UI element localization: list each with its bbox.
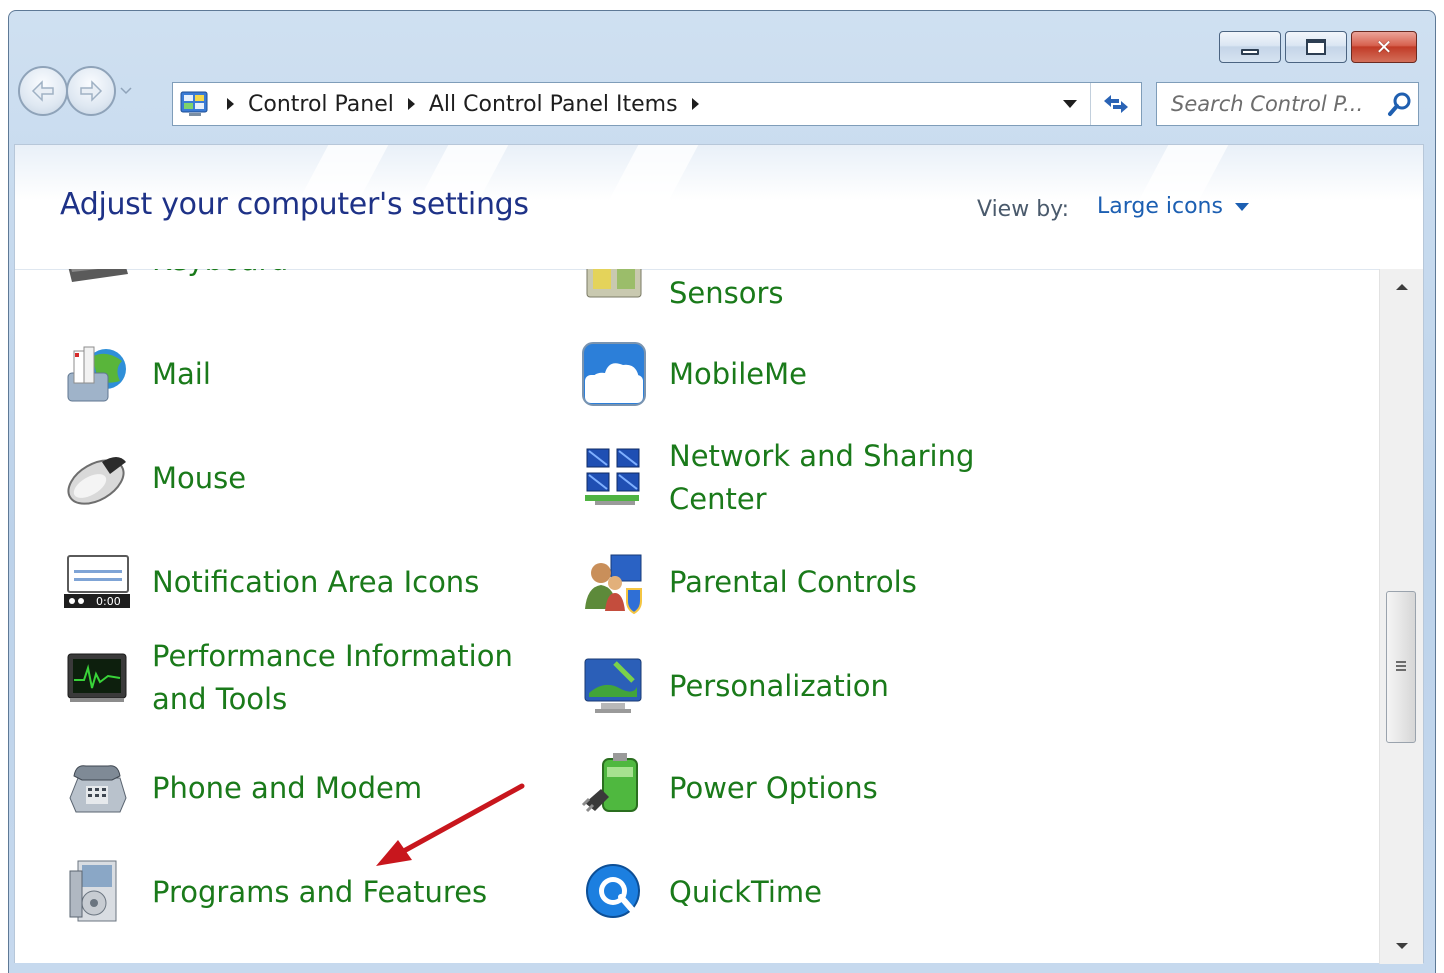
sensors-icon [577, 269, 651, 330]
address-history-dropdown[interactable] [1050, 83, 1090, 125]
page-title: Adjust your computer's settings [60, 187, 529, 222]
item-label: Phone and Modem [152, 770, 423, 805]
breadcrumb-control-panel[interactable]: Control Panel [248, 92, 394, 117]
item-performance-information[interactable]: Performance Information and Tools [60, 635, 530, 721]
parental-controls-icon [577, 545, 651, 619]
breadcrumb-separator[interactable] [227, 98, 234, 110]
forward-arrow-icon [80, 80, 103, 102]
caption-buttons: ✕ [1219, 31, 1417, 63]
refresh-button[interactable] [1090, 83, 1141, 125]
item-label: Performance Information and Tools [152, 639, 513, 716]
svg-text:0:00: 0:00 [96, 595, 121, 608]
mail-icon [60, 337, 134, 411]
item-personalization[interactable]: Personalization [577, 649, 1047, 723]
item-label: Keyboard [152, 269, 288, 282]
item-sensors[interactable]: Sensors [577, 269, 1047, 330]
mobileme-icon [577, 337, 651, 411]
recent-pages-dropdown[interactable] [118, 80, 134, 102]
breadcrumb-separator[interactable] [407, 98, 415, 110]
dropdown-arrow-icon [1063, 100, 1077, 108]
minimize-icon [1241, 49, 1259, 55]
quicktime-icon [577, 855, 651, 929]
item-label: Notification Area Icons [152, 564, 480, 599]
personalization-icon [577, 649, 651, 723]
refresh-icon [1104, 95, 1128, 113]
navigation-buttons [18, 66, 134, 116]
search-box[interactable] [1156, 82, 1419, 126]
keyboard-icon [60, 269, 134, 297]
minimize-button[interactable] [1219, 31, 1281, 63]
item-label: MobileMe [669, 356, 807, 391]
power-icon [577, 751, 651, 825]
item-mobileme[interactable]: MobileMe [577, 337, 1047, 411]
item-label: Parental Controls [669, 564, 917, 599]
item-label: Programs and Features [152, 874, 488, 909]
item-parental-controls[interactable]: Parental Controls [577, 545, 1047, 619]
address-bar[interactable]: Control Panel All Control Panel Items [172, 82, 1142, 126]
item-quicktime[interactable]: QuickTime [577, 855, 1047, 929]
programs-icon [60, 855, 134, 929]
arrow-down-icon [1396, 943, 1408, 949]
item-label: Network and Sharing Center [669, 439, 975, 516]
scroll-up-button[interactable] [1380, 269, 1424, 305]
item-label: Power Options [669, 770, 878, 805]
scroll-thumb[interactable] [1386, 591, 1416, 743]
item-programs-features[interactable]: Programs and Features [60, 855, 530, 929]
control-panel-icon [177, 87, 213, 121]
phone-icon [60, 751, 134, 825]
items-list: Keyboard Sensors Mail [15, 269, 1381, 964]
search-input[interactable] [1171, 92, 1382, 116]
content-area: Adjust your computer's settings View by:… [14, 144, 1424, 964]
grip-icon [1396, 661, 1406, 673]
chevron-down-icon [120, 87, 132, 95]
performance-icon [60, 641, 134, 715]
breadcrumb-separator[interactable] [691, 98, 699, 110]
back-arrow-icon [31, 80, 54, 102]
view-by-value[interactable]: Large icons [1097, 194, 1223, 219]
item-network-sharing[interactable]: Network and Sharing Center [577, 435, 1047, 521]
item-mail[interactable]: Mail [60, 337, 530, 411]
chevron-down-icon[interactable] [1234, 202, 1249, 211]
item-label: Personalization [669, 668, 889, 703]
search-icon[interactable] [1382, 86, 1418, 122]
item-label: Mouse [152, 460, 247, 495]
item-keyboard[interactable]: Keyboard [60, 269, 530, 297]
back-button[interactable] [18, 66, 68, 116]
mouse-icon [60, 441, 134, 515]
network-icon [577, 441, 651, 515]
maximize-button[interactable] [1285, 31, 1347, 63]
scroll-down-button[interactable] [1380, 928, 1424, 964]
notification-icon: 0:00 [60, 545, 134, 619]
breadcrumb-all-items[interactable]: All Control Panel Items [429, 92, 678, 117]
item-notification-area-icons[interactable]: 0:00 Notification Area Icons [60, 545, 530, 619]
close-button[interactable]: ✕ [1351, 31, 1417, 63]
item-phone-modem[interactable]: Phone and Modem [60, 751, 530, 825]
vertical-scrollbar[interactable] [1379, 269, 1423, 964]
arrow-up-icon [1396, 284, 1408, 290]
item-mouse[interactable]: Mouse [60, 441, 530, 515]
item-label: Mail [152, 356, 211, 391]
view-by-label: View by: [977, 197, 1069, 222]
item-label: Sensors [669, 275, 784, 310]
view-by-dropdown[interactable]: Large icons [1097, 194, 1249, 219]
close-icon: ✕ [1375, 35, 1393, 59]
item-label: QuickTime [669, 874, 822, 909]
band-stripe [606, 145, 704, 205]
maximize-icon [1306, 39, 1326, 55]
forward-button[interactable] [66, 66, 116, 116]
item-power-options[interactable]: Power Options [577, 751, 1047, 825]
header-band: Adjust your computer's settings View by:… [15, 145, 1423, 270]
